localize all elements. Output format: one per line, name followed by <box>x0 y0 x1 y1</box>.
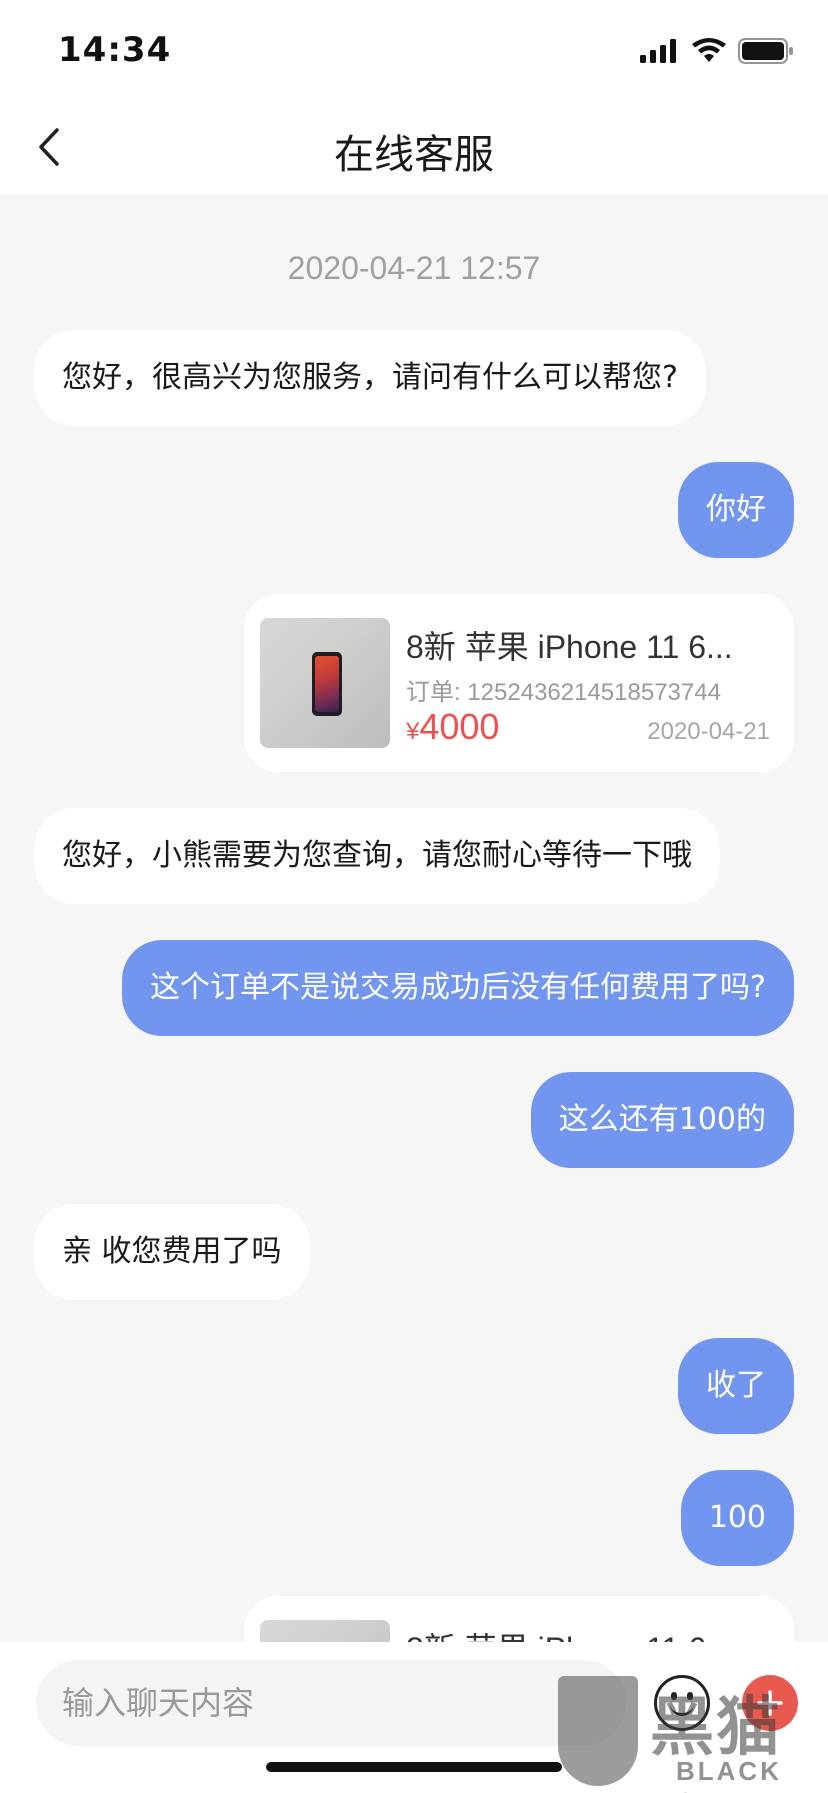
plus-icon <box>757 1690 783 1716</box>
message-bubble-user: 这么还有100的 <box>530 1072 794 1168</box>
product-date: 2020-04-21 <box>647 718 770 745</box>
status-icons <box>640 36 794 66</box>
emoji-icon <box>671 1692 677 1700</box>
chat-area[interactable]: 2020-04-21 12:57 您好，很高兴为您服务，请问有什么可以帮您? 你… <box>0 194 828 1642</box>
currency-symbol: ¥ <box>406 718 420 745</box>
product-card-partial[interactable]: 8新 苹果 iPhone 11 6... <box>244 1596 794 1642</box>
product-image <box>260 1620 390 1642</box>
message-bubble-agent: 您好，很高兴为您服务，请问有什么可以帮您? <box>34 330 706 426</box>
message-bubble-user: 100 <box>680 1470 794 1566</box>
nav-bar: 在线客服 <box>0 100 828 194</box>
message-bubble-agent: 您好，小熊需要为您查询，请您耐心等待一下哦 <box>34 808 720 904</box>
product-title: 8新 苹果 iPhone 11 6... <box>406 1624 778 1642</box>
status-time: 14:34 <box>58 30 172 70</box>
product-price: ¥4000 <box>406 706 499 748</box>
message-bubble-user: 这个订单不是说交易成功后没有任何费用了吗? <box>122 940 794 1036</box>
chat-timestamp: 2020-04-21 12:57 <box>287 250 541 286</box>
price-value: 4000 <box>419 706 500 747</box>
product-card[interactable]: 8新 苹果 iPhone 11 6... 订单: 125243621451857… <box>244 594 794 772</box>
battery-icon <box>738 38 793 64</box>
message-bubble-agent: 亲 收您费用了吗 <box>34 1204 310 1300</box>
product-image <box>260 618 390 748</box>
message-bubble-user: 你好 <box>678 462 794 558</box>
product-title: 8新 苹果 iPhone 11 6... <box>406 629 733 665</box>
emoji-button[interactable] <box>654 1675 710 1731</box>
chat-input[interactable] <box>36 1660 626 1746</box>
status-bar: 14:34 <box>0 0 828 100</box>
wifi-icon <box>692 38 726 62</box>
more-button[interactable] <box>742 1675 798 1731</box>
message-bubble-user: 收了 <box>678 1338 794 1434</box>
home-indicator <box>266 1762 562 1772</box>
page-title: 在线客服 <box>334 132 494 178</box>
product-order-number: 订单: 1252436214518573744 <box>406 679 721 706</box>
signal-icon <box>640 39 676 63</box>
